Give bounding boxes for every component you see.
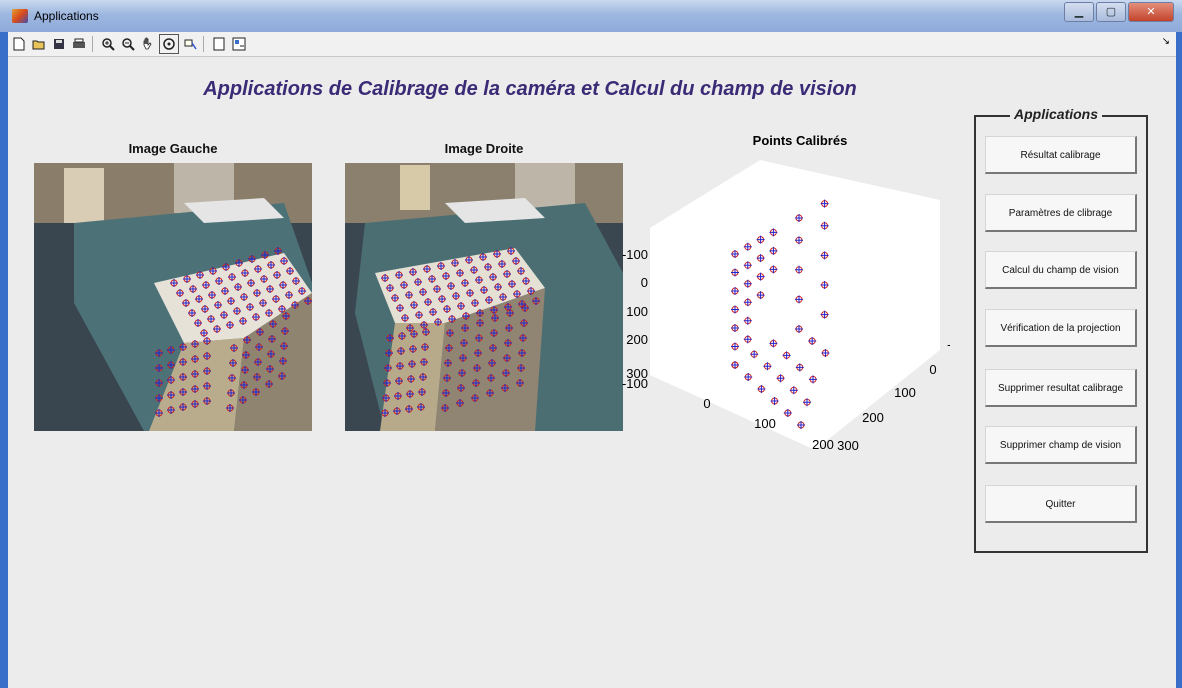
axis-tick-label: 200 <box>812 437 834 452</box>
axis-tick-label: 100 <box>894 385 916 400</box>
zoom-in-icon[interactable] <box>99 35 117 53</box>
close-button[interactable]: ✕ <box>1128 2 1174 22</box>
axis-tick-label: 100 <box>626 304 648 319</box>
right-camera-image <box>345 163 623 431</box>
plot-title: Points Calibrés <box>752 133 848 148</box>
matlab-app-icon <box>12 9 28 23</box>
toolbar-separator <box>92 36 93 52</box>
axis-tick-label: -100 <box>622 376 648 391</box>
supprimer-champ-vision-button[interactable]: Supprimer champ de vision <box>985 426 1137 464</box>
data-cursor-icon[interactable] <box>181 35 199 53</box>
maximize-button[interactable]: ▢ <box>1096 2 1126 22</box>
title-bar: Applications ▁ ▢ ✕ <box>0 0 1182 32</box>
left-image-label: Image Gauche <box>128 141 218 156</box>
supprimer-resultat-calibrage-button[interactable]: Supprimer resultat calibrage <box>985 369 1137 407</box>
calcul-champ-vision-button[interactable]: Calcul du champ de vision <box>985 251 1137 289</box>
axis-tick-label: 200 <box>862 410 884 425</box>
resultat-calibrage-button[interactable]: Résultat calibrage <box>985 136 1137 174</box>
show-plot-tools-icon[interactable] <box>230 35 248 53</box>
axis-tick-label: 100 <box>754 416 776 431</box>
page-title: Applications de Calibrage de la caméra e… <box>203 78 857 100</box>
toolbar-separator <box>203 36 204 52</box>
window-title: Applications <box>34 9 99 23</box>
left-camera-image <box>34 163 312 431</box>
verification-projection-button[interactable]: Vérification de la projection <box>985 309 1137 347</box>
axis-tick-label: 200 <box>626 332 648 347</box>
calibrated-points-3d-plot[interactable]: -1000100200300-1000100200-1000100200300 <box>620 150 950 460</box>
applications-panel-title: Applications <box>1010 106 1103 122</box>
axis-tick-label: 0 <box>641 275 648 290</box>
print-icon[interactable] <box>70 35 88 53</box>
plot-axes-box <box>650 160 940 450</box>
axis-tick-label: 0 <box>929 362 936 377</box>
window-border-right <box>1176 0 1182 688</box>
axis-tick-label: 300 <box>837 438 859 453</box>
parametres-calibrage-button[interactable]: Paramètres de clibrage <box>985 194 1137 232</box>
minimize-button[interactable]: ▁ <box>1064 2 1094 22</box>
quitter-button[interactable]: Quitter <box>985 485 1137 523</box>
axis-tick-label: -100 <box>622 247 648 262</box>
toolbar-dock-arrow-icon[interactable]: ↘ <box>1162 36 1170 47</box>
rotate-icon[interactable] <box>159 34 179 54</box>
window-controls: ▁ ▢ ✕ <box>1064 2 1174 22</box>
open-icon[interactable] <box>30 35 48 53</box>
window-border-left <box>0 0 8 688</box>
figure-toolbar: ↘ <box>8 32 1176 57</box>
axis-tick-label: -100 <box>947 337 950 352</box>
hide-plot-tools-icon[interactable] <box>210 35 228 53</box>
new-icon[interactable] <box>10 35 28 53</box>
zoom-out-icon[interactable] <box>119 35 137 53</box>
save-icon[interactable] <box>50 35 68 53</box>
right-image-label: Image Droite <box>444 141 524 156</box>
pan-icon[interactable] <box>139 35 157 53</box>
axis-tick-label: 0 <box>703 396 710 411</box>
